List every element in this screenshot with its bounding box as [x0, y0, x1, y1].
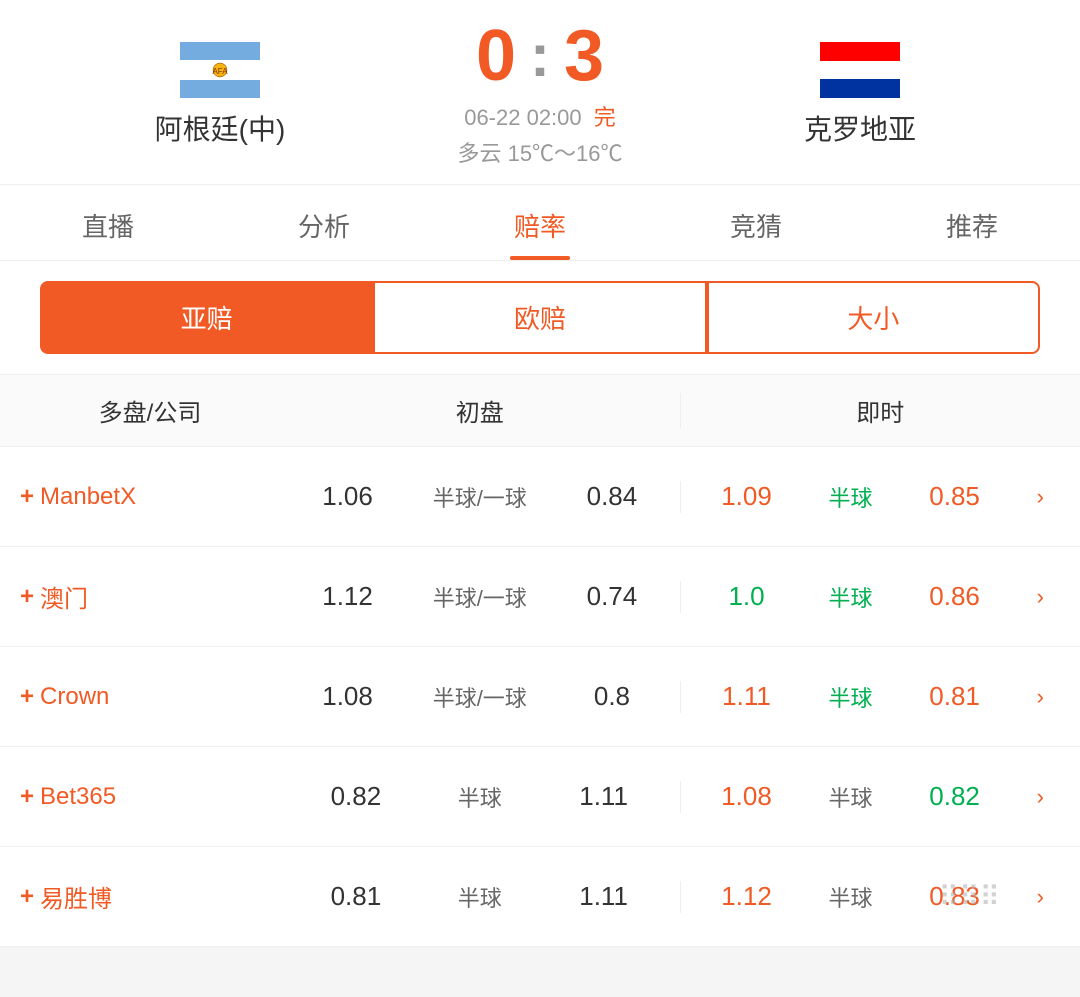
tab-recommend[interactable]: 推荐 — [864, 185, 1080, 260]
tab-live[interactable]: 直播 — [0, 185, 216, 260]
odds-row[interactable]: + 澳门 1.12 半球/一球 0.74 1.0 半球 0.86 › — [0, 547, 1080, 647]
tab-odds[interactable]: 赔率 — [432, 185, 648, 260]
company-cell: + Bet365 — [0, 783, 280, 811]
initial-away-odds: 1.11 — [574, 781, 634, 812]
initial-home-odds: 1.08 — [318, 681, 378, 712]
table-header: 多盘/公司 初盘 即时 — [0, 375, 1080, 447]
realtime-away-odds: 0.86 — [925, 581, 985, 612]
away-team-flag — [820, 40, 900, 100]
odds-row[interactable]: + Bet365 0.82 半球 1.11 1.08 半球 0.82 › — [0, 747, 1080, 847]
realtime-handicap: 半球 — [829, 681, 873, 713]
score-colon: : — [530, 26, 550, 86]
initial-cell: 1.12 半球/一球 0.74 — [280, 581, 680, 613]
initial-handicap: 半球 — [458, 781, 502, 813]
col-realtime-header: 即时 — [680, 393, 1080, 428]
company-name: 澳门 — [40, 579, 88, 614]
company-name: Crown — [40, 683, 109, 711]
initial-handicap: 半球/一球 — [433, 681, 527, 713]
score-section: 0 : 3 06-22 02:00 完 多云 15℃～16℃ — [360, 20, 720, 168]
chevron-right-icon[interactable]: › — [1037, 484, 1044, 510]
realtime-handicap: 半球 — [829, 881, 873, 913]
chevron-right-icon[interactable]: › — [1037, 584, 1044, 610]
initial-away-odds: 1.11 — [574, 881, 634, 912]
realtime-cell: 1.09 半球 0.85 › — [680, 481, 1080, 513]
company-cell: + ManbetX — [0, 483, 280, 511]
initial-handicap: 半球 — [458, 881, 502, 913]
match-header: AFA 阿根廷(中) 0 : 3 06-22 02:00 完 多云 15℃～16… — [0, 0, 1080, 185]
initial-away-odds: 0.74 — [582, 581, 642, 612]
match-status: 完 — [594, 105, 616, 130]
company-cell: + 澳门 — [0, 579, 280, 614]
tab-analysis[interactable]: 分析 — [216, 185, 432, 260]
odds-row[interactable]: + Crown 1.08 半球/一球 0.8 1.11 半球 0.81 › — [0, 647, 1080, 747]
expand-icon[interactable]: + — [20, 483, 34, 511]
realtime-away-odds: 0.83 — [925, 881, 985, 912]
col-initial-header: 初盘 — [280, 393, 680, 428]
realtime-handicap: 半球 — [829, 581, 873, 613]
initial-away-odds: 0.84 — [582, 481, 642, 512]
realtime-home-odds: 1.12 — [717, 881, 777, 912]
chevron-right-icon[interactable]: › — [1037, 684, 1044, 710]
away-team-name: 克罗地亚 — [804, 108, 916, 148]
home-team: AFA 阿根廷(中) — [80, 40, 360, 148]
realtime-home-odds: 1.08 — [717, 781, 777, 812]
odds-row[interactable]: + 易胜博 0.81 半球 1.11 1.12 半球 0.83 › ⠿⠿⠿ — [0, 847, 1080, 947]
realtime-home-odds: 1.11 — [717, 681, 777, 712]
expand-icon[interactable]: + — [20, 583, 34, 611]
initial-handicap: 半球/一球 — [433, 481, 527, 513]
initial-cell: 1.08 半球/一球 0.8 — [280, 681, 680, 713]
odds-table: + ManbetX 1.06 半球/一球 0.84 1.09 半球 0.85 ›… — [0, 447, 1080, 947]
realtime-cell: 1.12 半球 0.83 › — [680, 881, 1080, 913]
realtime-cell: 1.08 半球 0.82 › — [680, 781, 1080, 813]
expand-icon[interactable]: + — [20, 783, 34, 811]
match-weather: 多云 15℃～16℃ — [457, 136, 622, 168]
initial-handicap: 半球/一球 — [433, 581, 527, 613]
realtime-home-odds: 1.0 — [717, 581, 777, 612]
home-team-name: 阿根廷(中) — [155, 108, 286, 148]
chevron-right-icon[interactable]: › — [1037, 784, 1044, 810]
initial-cell: 0.81 半球 1.11 — [280, 881, 680, 913]
initial-home-odds: 0.81 — [326, 881, 386, 912]
realtime-away-odds: 0.85 — [925, 481, 985, 512]
initial-cell: 0.82 半球 1.11 — [280, 781, 680, 813]
realtime-away-odds: 0.81 — [925, 681, 985, 712]
realtime-handicap: 半球 — [829, 781, 873, 813]
svg-text:AFA: AFA — [212, 67, 228, 76]
col-company-header: 多盘/公司 — [0, 393, 280, 428]
match-datetime: 06-22 02:00 完 — [464, 100, 616, 132]
main-tabs: 直播 分析 赔率 竞猜 推荐 — [0, 185, 1080, 261]
realtime-cell: 1.11 半球 0.81 › — [680, 681, 1080, 713]
chevron-right-icon[interactable]: › — [1037, 884, 1044, 910]
company-cell: + Crown — [0, 683, 280, 711]
company-cell: + 易胜博 — [0, 879, 280, 914]
initial-cell: 1.06 半球/一球 0.84 — [280, 481, 680, 513]
realtime-away-odds: 0.82 — [925, 781, 985, 812]
away-team: 克罗地亚 — [720, 40, 1000, 148]
company-name: 易胜博 — [40, 879, 112, 914]
initial-home-odds: 1.06 — [318, 481, 378, 512]
company-name: ManbetX — [40, 483, 136, 511]
sub-tab-euro[interactable]: 欧赔 — [373, 281, 706, 354]
sub-tab-asian[interactable]: 亚赔 — [40, 281, 373, 354]
expand-icon[interactable]: + — [20, 883, 34, 911]
realtime-cell: 1.0 半球 0.86 › — [680, 581, 1080, 613]
company-name: Bet365 — [40, 783, 116, 811]
realtime-handicap: 半球 — [829, 481, 873, 513]
home-team-flag: AFA — [180, 40, 260, 100]
initial-home-odds: 1.12 — [318, 581, 378, 612]
realtime-home-odds: 1.09 — [717, 481, 777, 512]
expand-icon[interactable]: + — [20, 683, 34, 711]
score-home: 0 — [476, 20, 516, 92]
score-away: 3 — [564, 20, 604, 92]
initial-away-odds: 0.8 — [582, 681, 642, 712]
sub-tab-size[interactable]: 大小 — [707, 281, 1040, 354]
sub-tabs: 亚赔 欧赔 大小 — [0, 261, 1080, 375]
odds-row[interactable]: + ManbetX 1.06 半球/一球 0.84 1.09 半球 0.85 › — [0, 447, 1080, 547]
tab-predict[interactable]: 竞猜 — [648, 185, 864, 260]
initial-home-odds: 0.82 — [326, 781, 386, 812]
